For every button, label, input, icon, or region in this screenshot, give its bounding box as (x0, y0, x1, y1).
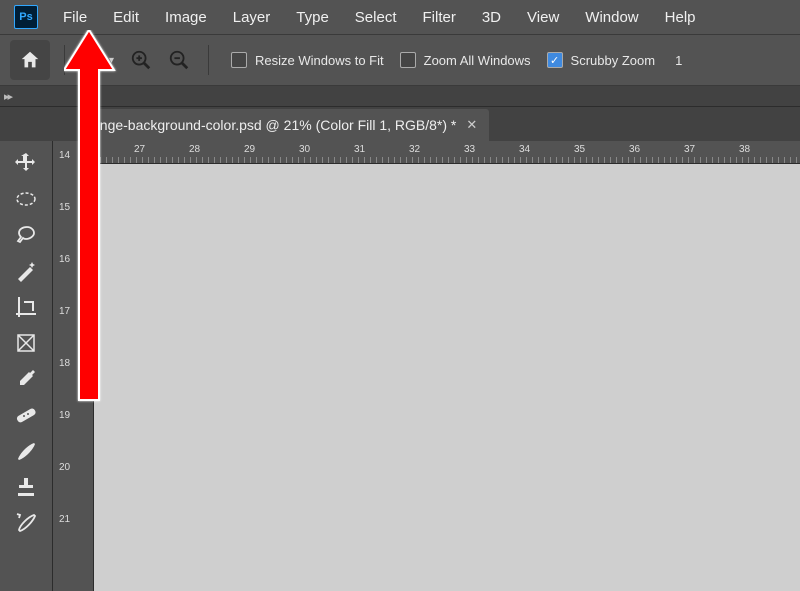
document-tab[interactable]: ange-background-color.psd @ 21% (Color F… (80, 109, 489, 141)
zoom-value: 1 (675, 53, 682, 68)
menu-file[interactable]: File (50, 3, 100, 32)
ruler-horizontal: 27 28 29 30 31 32 33 34 35 36 37 38 (94, 141, 800, 164)
options-bar: ▾ Resize Windows to Fit Zoom All Windows… (0, 35, 800, 86)
magnifier-icon (83, 49, 105, 71)
eyedropper-tool[interactable] (6, 361, 46, 397)
ruler-tick: 30 (299, 144, 310, 155)
ruler-tick: 14 (59, 151, 87, 161)
menu-select[interactable]: Select (342, 3, 410, 32)
zoom-in-button[interactable] (126, 45, 156, 75)
history-brush-tool[interactable] (6, 505, 46, 541)
marquee-icon (14, 187, 38, 211)
toolbox (0, 141, 53, 591)
crop-tool[interactable] (6, 289, 46, 325)
ruler-tick: 20 (59, 463, 87, 473)
canvas[interactable] (94, 164, 800, 591)
ruler-tick: 32 (409, 144, 420, 155)
checkbox-icon (400, 52, 416, 68)
checkbox-icon (231, 52, 247, 68)
menu-filter[interactable]: Filter (410, 3, 469, 32)
document-tab-title: ange-background-color.psd @ 21% (Color F… (92, 117, 456, 133)
ruler-tick: 15 (59, 203, 87, 213)
menu-bar: Ps File Edit Image Layer Type Select Fil… (0, 0, 800, 35)
document-tab-bar: ange-background-color.psd @ 21% (Color F… (0, 107, 800, 141)
close-icon[interactable]: ✕ (466, 117, 477, 133)
history-brush-icon (14, 511, 38, 535)
wand-icon (14, 259, 38, 283)
lasso-icon (14, 223, 38, 247)
stamp-icon (14, 475, 38, 499)
eyedropper-icon (14, 367, 38, 391)
ruler-tick: 19 (59, 411, 87, 421)
ruler-tick: 21 (59, 515, 87, 525)
separator (64, 45, 65, 75)
crop-icon (14, 295, 38, 319)
zoom-all-checkbox[interactable]: Zoom All Windows (400, 52, 531, 68)
ruler-tick: 37 (684, 144, 695, 155)
menu-layer[interactable]: Layer (220, 3, 284, 32)
menu-3d[interactable]: 3D (469, 3, 514, 32)
frame-tool[interactable] (6, 325, 46, 361)
ruler-tick: 34 (519, 144, 530, 155)
quick-selection-tool[interactable] (6, 253, 46, 289)
resize-windows-label: Resize Windows to Fit (255, 53, 384, 68)
ruler-tick: 38 (739, 144, 750, 155)
ruler-vertical: 14 15 16 17 18 19 20 21 (53, 141, 94, 591)
home-icon (19, 49, 41, 71)
ruler-tick: 27 (134, 144, 145, 155)
menu-image[interactable]: Image (152, 3, 220, 32)
scrubby-zoom-label: Scrubby Zoom (571, 53, 656, 68)
scrubby-zoom-checkbox[interactable]: ✓ Scrubby Zoom (547, 52, 656, 68)
ruler-tick: 35 (574, 144, 585, 155)
zoom-tool-preset[interactable]: ▾ (79, 45, 118, 75)
brush-icon (14, 439, 38, 463)
ruler-tick: 33 (464, 144, 475, 155)
ruler-tick: 31 (354, 144, 365, 155)
menu-type[interactable]: Type (283, 3, 342, 32)
home-button[interactable] (10, 40, 50, 80)
ruler-tick: 17 (59, 307, 87, 317)
zoom-all-label: Zoom All Windows (424, 53, 531, 68)
zoom-out-icon (168, 49, 190, 71)
marquee-tool[interactable] (6, 181, 46, 217)
frame-icon (14, 331, 38, 355)
menu-window[interactable]: Window (572, 3, 651, 32)
checkbox-checked-icon: ✓ (547, 52, 563, 68)
ruler-ticks (94, 157, 800, 163)
menu-help[interactable]: Help (652, 3, 709, 32)
workspace: 14 15 16 17 18 19 20 21 27 28 29 30 31 3… (0, 141, 800, 591)
app-logo-icon: Ps (14, 5, 38, 29)
chevron-down-icon: ▾ (109, 55, 114, 66)
ruler-tick: 36 (629, 144, 640, 155)
menu-edit[interactable]: Edit (100, 3, 152, 32)
separator (208, 45, 209, 75)
healing-brush-tool[interactable] (6, 397, 46, 433)
move-tool[interactable] (6, 145, 46, 181)
canvas-area: 27 28 29 30 31 32 33 34 35 36 37 38 (94, 141, 800, 591)
move-icon (14, 151, 38, 175)
panel-toggle-strip[interactable]: ▸▸ (0, 86, 800, 107)
clone-stamp-tool[interactable] (6, 469, 46, 505)
brush-tool[interactable] (6, 433, 46, 469)
zoom-out-button[interactable] (164, 45, 194, 75)
ruler-tick: 28 (189, 144, 200, 155)
zoom-in-icon (130, 49, 152, 71)
lasso-tool[interactable] (6, 217, 46, 253)
resize-windows-checkbox[interactable]: Resize Windows to Fit (231, 52, 384, 68)
ruler-tick: 18 (59, 359, 87, 369)
ruler-tick: 16 (59, 255, 87, 265)
menu-view[interactable]: View (514, 3, 572, 32)
bandage-icon (14, 403, 38, 427)
ruler-tick: 29 (244, 144, 255, 155)
